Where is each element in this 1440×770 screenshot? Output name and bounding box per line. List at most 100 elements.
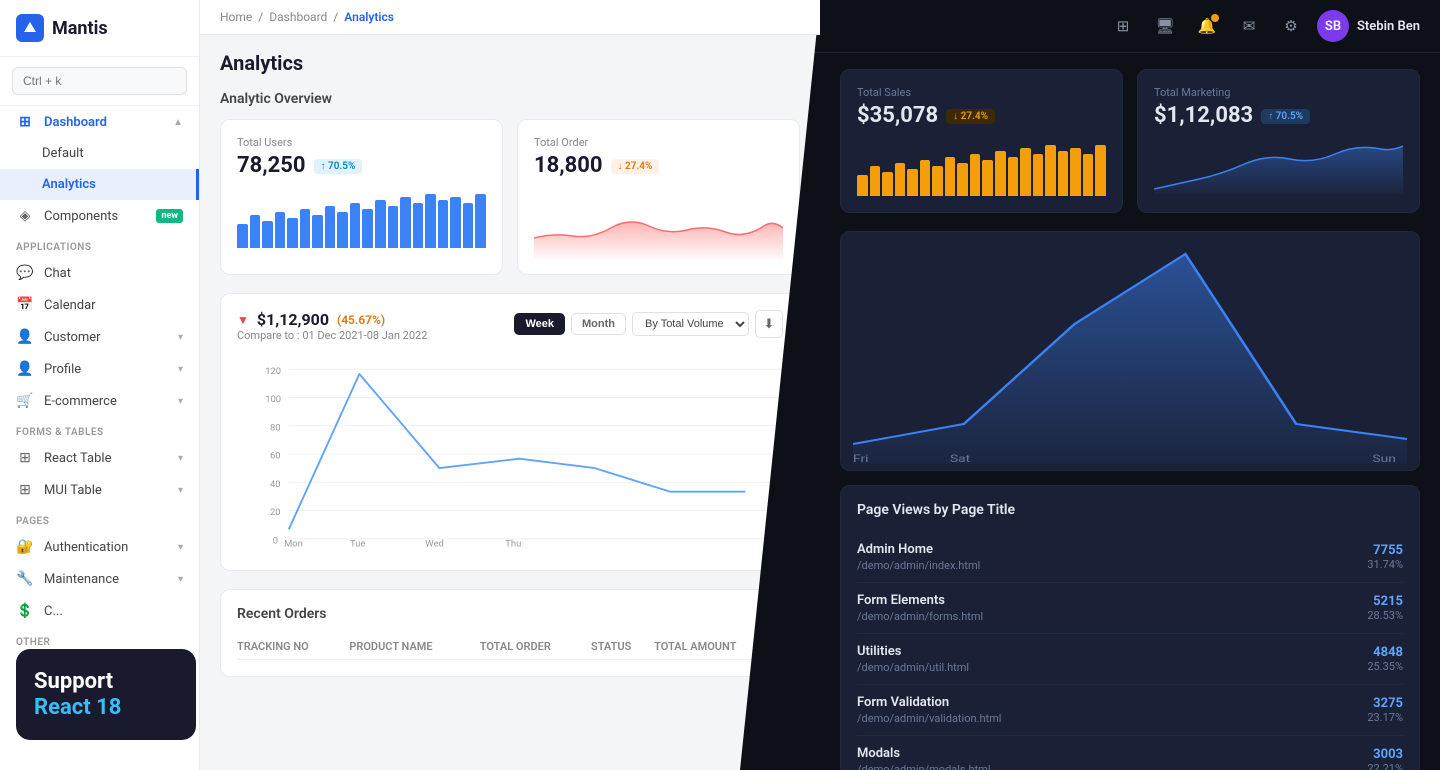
bar	[425, 194, 436, 248]
bar	[312, 215, 323, 248]
dark-metric-card-marketing: Total Marketing $1,12,083 ↑ 70.5%	[1137, 69, 1420, 213]
page-path-util: /demo/admin/util.html	[857, 661, 969, 674]
dark-marketing-chart	[1154, 134, 1403, 194]
income-arrow-down: ▼	[237, 313, 249, 327]
bar	[438, 200, 449, 248]
bar	[375, 200, 386, 248]
page-view-admin-home: Admin Home /demo/admin/index.html 7755 3…	[857, 532, 1403, 583]
sidebar-item-dashboard[interactable]: ⊞ Dashboard ▲	[0, 106, 199, 138]
dark-username: Stebin Ben	[1357, 19, 1420, 34]
app-name: Mantis	[52, 18, 108, 39]
income-compare: Compare to : 01 Dec 2021-08 Jan 2022	[237, 329, 427, 342]
chevron-down-icon: ▾	[178, 332, 183, 343]
bar	[362, 209, 373, 248]
metric-cards-light: Total Users 78,250 ↑ 70.5% Total Order 1…	[220, 119, 800, 275]
volume-select[interactable]: By Total Volume	[632, 312, 749, 336]
sidebar-item-maintenance[interactable]: 🔧 Maintenance ▾	[0, 563, 199, 595]
chevron-up-icon: ▲	[173, 117, 183, 128]
svg-text:100: 100	[265, 394, 281, 405]
sidebar-item-customer[interactable]: 👤 Customer ▾	[0, 321, 199, 353]
pct-modals: 22.21%	[1367, 762, 1403, 770]
user-profile-dark[interactable]: SB Stebin Ben	[1317, 10, 1420, 42]
bar	[1095, 145, 1106, 196]
search-input[interactable]	[12, 67, 187, 95]
bar	[287, 218, 298, 248]
bar	[945, 157, 956, 196]
main-area: Home / Dashboard / Analytics Analytics A…	[200, 0, 1440, 770]
income-section: ▼ $1,12,900 (45.67%) Compare to : 01 Dec…	[220, 293, 800, 571]
svg-text:20: 20	[270, 507, 281, 518]
dark-metric-cards: Total Sales $35,078 ↓ 27.4% Total Market…	[840, 69, 1420, 213]
bar	[932, 166, 943, 196]
bar	[275, 212, 286, 248]
svg-text:80: 80	[270, 422, 281, 433]
ecommerce-icon: 🛒	[16, 393, 34, 409]
customer-icon: 👤	[16, 329, 34, 345]
breadcrumb: Home / Dashboard / Analytics	[220, 10, 394, 24]
sidebar-item-calendar[interactable]: 📅 Calendar	[0, 289, 199, 321]
breadcrumb-dashboard[interactable]: Dashboard	[269, 10, 327, 24]
sidebar-item-default[interactable]: Default	[0, 138, 199, 169]
settings-icon-dark[interactable]: ⚙	[1275, 10, 1307, 42]
bar	[957, 163, 968, 196]
dark-avatar: SB	[1317, 10, 1349, 42]
sidebar-item-components[interactable]: ◈ Components new	[0, 200, 199, 232]
logo-icon	[16, 14, 44, 42]
metric-orders-value: 18,800	[534, 153, 603, 178]
sidebar-dashboard-label: Dashboard	[44, 115, 163, 130]
page-path-admin: /demo/admin/index.html	[857, 559, 980, 572]
page-name-modals: Modals	[857, 746, 991, 761]
page-title: Analytics	[220, 51, 800, 75]
topbar-light: Home / Dashboard / Analytics	[200, 0, 820, 35]
support-react18-popup[interactable]: Support React 18	[16, 649, 196, 740]
notification-icon[interactable]: 🔔	[1191, 10, 1223, 42]
income-change: (45.67%)	[337, 313, 385, 327]
bar	[1058, 151, 1069, 196]
recent-orders-title: Recent Orders	[237, 606, 783, 622]
sidebar-item-analytics[interactable]: Analytics	[0, 169, 199, 200]
section-forms-tables: Forms & Tables	[0, 417, 199, 442]
sidebar-item-authentication[interactable]: 🔐 Authentication ▾	[0, 531, 199, 563]
svg-text:Wed: Wed	[425, 538, 444, 549]
bar	[895, 163, 906, 196]
chevron-down-icon-4: ▾	[178, 453, 183, 464]
sidebar-logo[interactable]: Mantis	[0, 0, 199, 57]
components-label: Components	[44, 209, 146, 224]
mini-bar-chart-users	[237, 188, 486, 248]
react-table-icon: ⊞	[16, 450, 34, 466]
sidebar-item-react-table[interactable]: ⊞ React Table ▾	[0, 442, 199, 474]
sidebar-item-chat[interactable]: 💬 Chat	[0, 257, 199, 289]
dark-sales-bars	[857, 136, 1106, 196]
page-path-forms: /demo/admin/forms.html	[857, 610, 983, 623]
page-view-form-elements: Form Elements /demo/admin/forms.html 521…	[857, 583, 1403, 634]
page-path-modals: /demo/admin/modals.html	[857, 763, 991, 770]
dark-marketing-label: Total Marketing	[1154, 86, 1403, 99]
sidebar-item-mui-table[interactable]: ⊞ MUI Table ▾	[0, 474, 199, 506]
section-pages: Pages	[0, 506, 199, 531]
breadcrumb-sep-1: /	[258, 10, 263, 24]
dark-sales-label: Total Sales	[857, 86, 1106, 99]
btn-week[interactable]: Week	[514, 313, 565, 335]
svg-text:Fri: Fri	[853, 453, 869, 464]
mail-icon[interactable]: ✉	[1233, 10, 1265, 42]
search-bar[interactable]	[0, 57, 199, 106]
support-popup-line2: React 18	[34, 695, 178, 720]
topbar-dark-icons: ⊞ 🖥 🔔 ✉ ⚙ SB Stebin Ben	[1107, 10, 1420, 42]
sidebar-item-other-c[interactable]: 💲 C...	[0, 595, 199, 627]
svg-text:60: 60	[270, 451, 281, 462]
col-product: PRODUCT NAME	[349, 634, 479, 660]
bar	[1020, 148, 1031, 196]
monitor-icon[interactable]: 🖥	[1149, 10, 1181, 42]
sidebar-item-ecommerce[interactable]: 🛒 E-commerce ▾	[0, 385, 199, 417]
dark-income-chart: Fri Sat Sun	[840, 231, 1420, 471]
grid-icon[interactable]: ⊞	[1107, 10, 1139, 42]
metric-users-badge: ↑ 70.5%	[314, 159, 363, 174]
download-button[interactable]: ⬇	[755, 310, 783, 338]
page-name-valid: Form Validation	[857, 695, 1001, 710]
breadcrumb-home[interactable]: Home	[220, 10, 252, 24]
btn-month[interactable]: Month	[571, 313, 626, 335]
bar	[325, 206, 336, 248]
components-new-badge: new	[156, 209, 183, 223]
sidebar-item-profile[interactable]: 👤 Profile ▾	[0, 353, 199, 385]
bar	[350, 203, 361, 248]
